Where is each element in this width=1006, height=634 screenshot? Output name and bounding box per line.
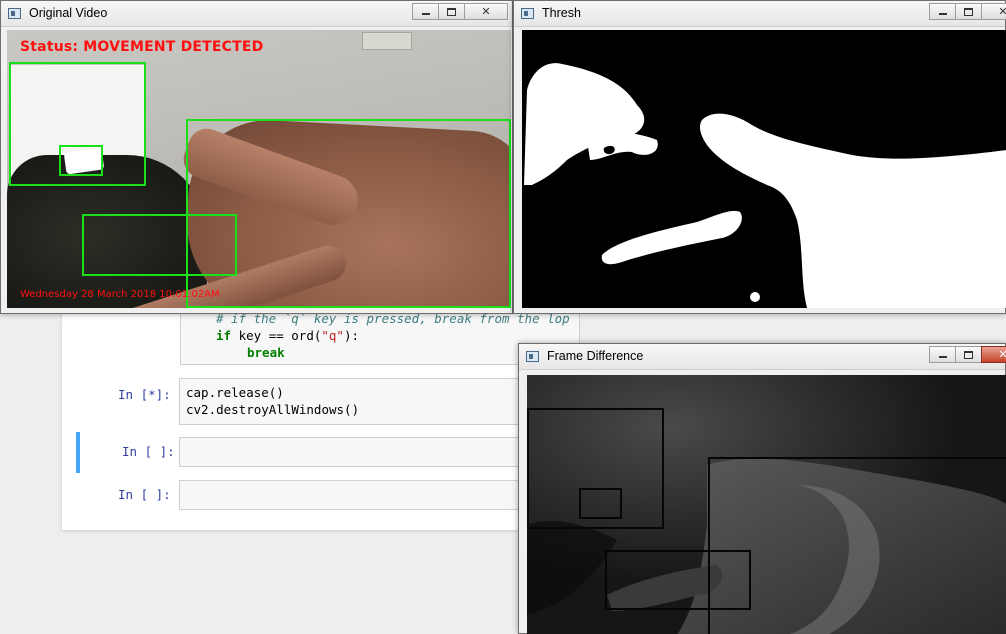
minimize-icon[interactable] [412, 3, 439, 20]
close-icon[interactable]: ✕ [981, 346, 1006, 363]
window-title: Frame Difference [547, 349, 644, 363]
code-string-literal: "q" [321, 328, 344, 343]
code-if-keyword: if [216, 328, 232, 343]
window-original-video[interactable]: Original Video ✕ Status: MOVEMENT DETECT… [0, 0, 513, 314]
opencv-window-icon [521, 8, 534, 19]
opencv-window-icon [526, 351, 539, 362]
cell-prompt: In [ ]: [122, 444, 175, 459]
video-frame: Status: MOVEMENT DETECTED Wednesday 28 M… [7, 30, 511, 308]
detection-box [605, 550, 751, 610]
threshold-frame [522, 30, 1006, 308]
detection-box [708, 457, 1006, 634]
window-thresh[interactable]: Thresh ✕ [513, 0, 1006, 314]
desktop: # if the `q` key is pressed, break from … [0, 0, 1006, 634]
code-line: cap.release() [186, 385, 284, 400]
wall-socket [362, 32, 412, 50]
cell-prompt: In [*]: [118, 387, 171, 402]
close-icon[interactable]: ✕ [981, 3, 1006, 20]
code-break-keyword: break [247, 345, 285, 360]
titlebar[interactable]: Frame Difference ✕ [519, 344, 1006, 370]
maximize-icon[interactable] [438, 3, 465, 20]
titlebar[interactable]: Original Video ✕ [1, 1, 512, 27]
code-if-close: ): [343, 328, 360, 343]
minimize-icon[interactable] [929, 3, 956, 20]
cell-prompt: In [ ]: [118, 487, 171, 502]
detection-box [579, 488, 622, 519]
maximize-icon[interactable] [955, 3, 982, 20]
opencv-window-icon [8, 8, 21, 19]
timestamp-overlay: Wednesday 28 March 2018 10:01:02AM [20, 289, 220, 300]
minimize-icon[interactable] [929, 346, 956, 363]
window-title: Original Video [29, 6, 108, 20]
window-title: Thresh [542, 6, 581, 20]
window-frame-difference[interactable]: Frame Difference ✕ [518, 343, 1006, 634]
maximize-icon[interactable] [955, 346, 982, 363]
notebook-cell-release[interactable]: In [*]: cap.release() cv2.destroyAllWind… [62, 378, 579, 425]
detection-box [82, 214, 237, 276]
detection-box [59, 145, 103, 176]
window-controls: ✕ [929, 3, 1006, 20]
notebook-cell-selected[interactable]: In [ ]: [76, 432, 579, 473]
threshold-mask [524, 63, 1006, 308]
code-line: cv2.destroyAllWindows() [186, 402, 360, 417]
difference-frame [527, 375, 1006, 634]
titlebar[interactable]: Thresh ✕ [514, 1, 1006, 27]
notebook-cell-empty[interactable]: In [ ]: [62, 480, 579, 510]
status-overlay: Status: MOVEMENT DETECTED [20, 39, 264, 55]
code-if-expression: key == ord( [231, 328, 322, 343]
close-icon[interactable]: ✕ [464, 3, 508, 20]
window-controls: ✕ [929, 346, 1006, 363]
window-controls: ✕ [412, 3, 508, 20]
